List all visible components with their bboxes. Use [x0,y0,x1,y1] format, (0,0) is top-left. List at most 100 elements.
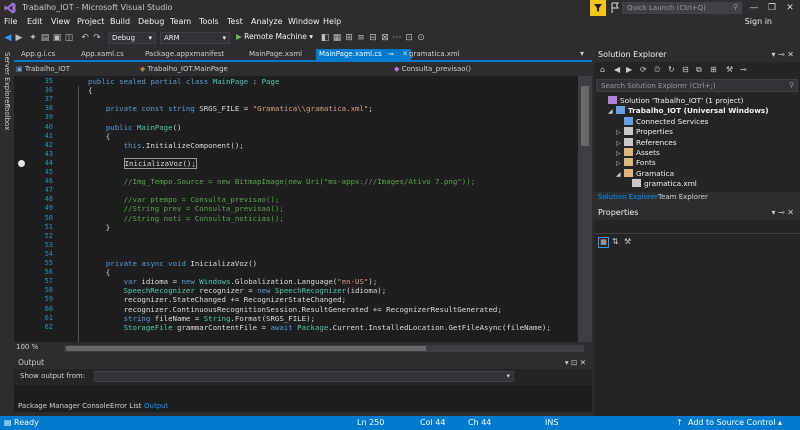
wrench-icon[interactable]: ⚒ [624,237,631,246]
wrench-icon[interactable]: ⚒ [726,65,733,74]
doc-tab-active[interactable]: MainPage.xaml.cs ⊸ ✕ [316,49,412,61]
maximize-button[interactable]: ❐ [764,1,780,15]
add-to-source-control-button[interactable]: Add to Source Control [688,418,776,427]
pin-icon[interactable]: ⊸ [740,65,747,74]
back-icon[interactable]: ◀ [3,33,13,43]
menu-test[interactable]: Test [227,17,243,26]
code-editor[interactable]: 35 public sealed partial class MainPage :… [14,76,588,342]
menu-edit[interactable]: Edit [27,17,43,26]
new-project-icon[interactable]: ✦ [28,33,38,43]
menu-view[interactable]: View [51,17,70,26]
code-line[interactable]: } [88,223,110,232]
categorized-icon[interactable]: ▦ [598,237,609,248]
panel-controls[interactable]: ▾ ⊸ ✕ [771,208,794,217]
project-nav-select[interactable]: ▣ Trabalho_IOT [16,65,136,76]
tree-item[interactable]: ▷ Fonts [616,158,656,169]
expand-arrow-icon[interactable]: ▷ [616,129,624,136]
output-source-select[interactable]: ▾ [94,371,514,382]
forward-icon[interactable]: ▶ [626,65,632,74]
code-line[interactable]: var idioma = new Windows.Globalization.L… [88,277,378,286]
code-line[interactable]: recognizer.ContinuousRecognitionSession.… [88,305,502,314]
view-code-icon[interactable]: ⊞ [710,65,717,74]
quick-launch-input[interactable]: Quick Launch (Ctrl+Q) ⚲ [622,2,742,14]
code-line[interactable]: //Img_Tempo.Source = new BitmapImage(new… [88,177,476,186]
tab-team-explorer[interactable]: Team Explorer [658,193,708,201]
toolbar-action-icon[interactable]: ≡ [356,33,366,43]
save-all-icon[interactable]: ◫ [64,33,74,43]
code-line[interactable]: //var ptempo = Consulta_previsao(); [88,195,280,204]
code-line[interactable]: SpeechRecognizer recognizer = new Speech… [88,286,387,295]
doc-tab[interactable]: gramatica.xml [406,49,463,61]
properties-object-select[interactable] [594,222,800,234]
collapse-all-icon[interactable]: ⊟ [682,65,689,74]
code-line[interactable]: { [88,132,110,141]
expand-arrow-icon[interactable]: ◢ [616,171,624,178]
code-line[interactable]: this.InitializeComponent(); [88,141,244,150]
code-line[interactable]: public sealed partial class MainPage : P… [88,77,279,86]
menu-analyze[interactable]: Analyze [251,17,283,26]
code-line[interactable]: { [88,86,92,95]
toolbar-action-icon[interactable]: ⋯ [392,33,402,43]
scrollbar-thumb[interactable] [581,86,589,146]
show-all-files-icon[interactable]: ⧉ [696,65,702,75]
menu-build[interactable]: Build [110,17,130,26]
tab-output[interactable]: Output [144,402,168,410]
menu-window[interactable]: Window [288,17,320,26]
menu-file[interactable]: File [4,17,17,26]
code-line[interactable]: private const string SRGS_FILE = "Gramat… [88,104,373,113]
toolbar-action-icon[interactable]: ⊠ [380,33,390,43]
tree-item[interactable]: ◢ Gramatica [616,168,674,180]
chevron-up-icon[interactable]: ▴ [778,418,782,427]
member-nav-select[interactable]: ◆ Consulta_previsao() [394,65,584,76]
minimize-button[interactable]: — [746,1,762,15]
forward-icon[interactable]: ▶ [14,33,24,43]
home-icon[interactable]: ⌂ [600,65,605,74]
tree-item[interactable]: ▷ Properties [616,127,673,138]
sync-icon[interactable]: ⟳ [640,65,647,74]
code-line[interactable]: string fileName = String.Format(SRGS_FIL… [88,314,315,323]
solution-search-input[interactable]: Search Solution Explorer (Ctrl+;) ⚲ [596,79,798,92]
tab-package-manager-console[interactable]: Package Manager Console [18,402,110,410]
code-line[interactable]: private async void InicializaVoz() [88,259,257,268]
tab-overflow-icon[interactable]: ▾ [580,49,584,58]
code-line[interactable]: { [88,268,110,277]
doc-tab[interactable]: MainPage.xaml [246,49,305,61]
tab-error-list[interactable]: Error List [110,402,142,410]
back-icon[interactable]: ◀ [614,65,620,74]
toolbar-action-icon[interactable]: ⊡ [404,33,414,43]
sign-in-link[interactable]: Sign in [745,17,772,26]
toolbar-action-icon[interactable]: ⊙ [416,33,426,43]
open-file-icon[interactable]: ▤ [40,33,50,43]
expand-arrow-icon[interactable]: ◢ [608,108,616,115]
undo-icon[interactable]: ↶ [80,33,90,43]
menu-project[interactable]: Project [77,17,104,26]
editor-horizontal-scrollbar[interactable] [64,345,584,352]
type-nav-select[interactable]: ◈ Trabalho_IOT.MainPage [140,65,390,76]
notifications-flag-icon[interactable] [610,2,620,14]
tree-item[interactable]: Solution 'Trabalho_IOT' (1 project) [600,96,743,107]
toolbox-tab[interactable]: Toolbox [3,104,11,130]
expand-arrow-icon[interactable]: ▷ [616,160,624,167]
code-line[interactable]: //String noti = Consulta_noticias(); [88,214,284,223]
save-icon[interactable]: ▣ [52,33,62,43]
refresh-icon[interactable]: ↻ [668,65,675,74]
redo-icon[interactable]: ↷ [92,33,102,43]
alphabetical-icon[interactable]: ⇅ [612,237,619,246]
toolbar-action-icon[interactable]: ◧ [320,33,330,43]
start-debugging-button[interactable]: ▶ Remote Machine ▾ [236,32,313,44]
solution-configuration-select[interactable]: Debug ▾ [108,32,156,44]
toolbar-action-icon[interactable]: ▦ [332,33,342,43]
close-window-button[interactable]: ✕ [782,1,798,15]
toolbar-action-icon[interactable]: ⊞ [344,33,354,43]
tree-item[interactable]: ▷ References [616,137,677,149]
menu-debug[interactable]: Debug [138,17,164,26]
scrollbar-thumb[interactable] [66,346,426,351]
panel-controls[interactable]: ▾ ⊡ ✕ [565,358,586,367]
code-line[interactable]: public MainPage() [88,123,182,132]
menu-team[interactable]: Team [170,17,191,26]
breakpoint-marker[interactable] [18,160,25,167]
menu-tools[interactable]: Tools [199,17,219,26]
menu-help[interactable]: Help [323,17,341,26]
tree-item[interactable]: gramatica.xml [624,179,697,190]
tree-item[interactable]: Connected Services [616,116,708,128]
